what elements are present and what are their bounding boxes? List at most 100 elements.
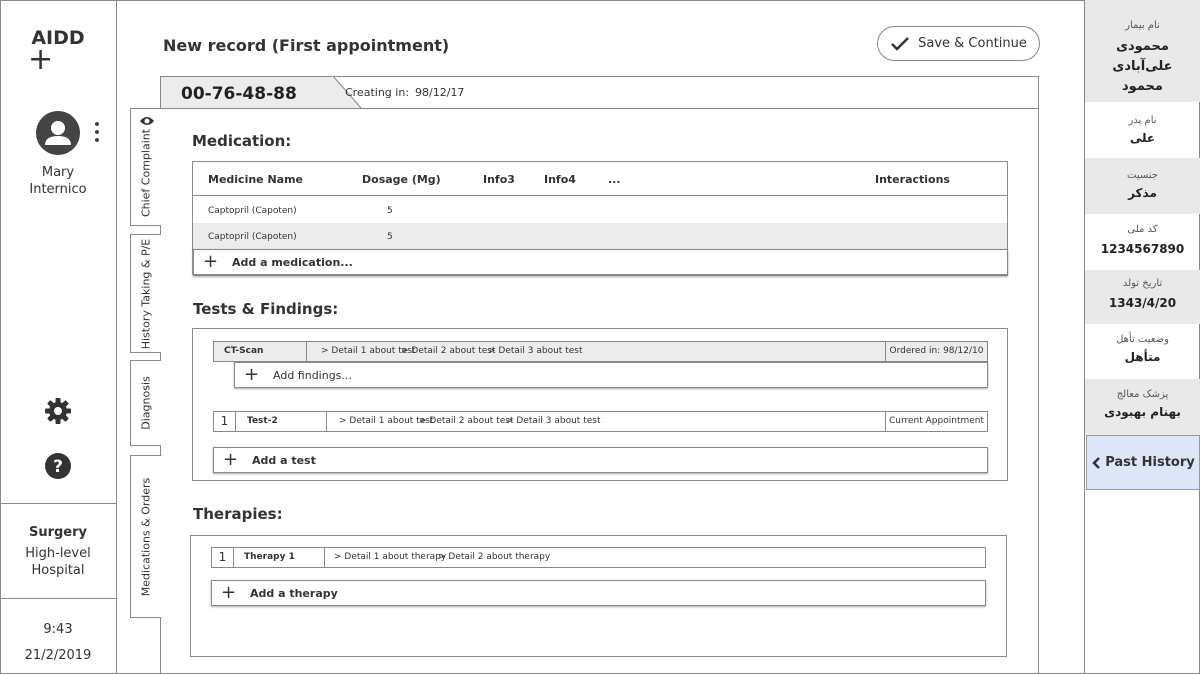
chevron-left-icon [1092,456,1101,469]
patient-sidebar: نام بیمار محمودی علی‌آبادی محمود نام پدر… [1084,0,1200,674]
user-icon [45,121,71,145]
father-label: نام پدر [1128,115,1157,126]
test-index: 1 [214,412,236,431]
tab-label: Medications & Orders [139,477,153,596]
add-therapy-label: Add a therapy [250,587,338,600]
clock-time: 9:43 [43,622,73,637]
tab-label: Diagnosis [139,376,153,430]
past-history-label: Past History [1105,455,1195,470]
test-detail: > Detail 2 about test [419,416,514,426]
user-name: Mary Internico [0,164,116,198]
test-detail: > Detail 2 about test [401,346,496,356]
page-title: New record (First appointment) [163,36,450,55]
therapy-detail: > Detail 2 about therapy [438,552,551,562]
marital-label: وضعیت تأهل [1116,334,1169,345]
plus-icon: + [221,582,237,603]
patient-name-label: نام بیمار [1125,20,1160,31]
tab-chief-complaint[interactable]: Chief Complaint [130,108,161,226]
plus-icon: + [244,364,260,385]
col-medicine-name: Medicine Name [208,173,304,186]
record-id: 00-76-48-88 [161,77,333,108]
patient-name: نام بیمار محمودی علی‌آبادی محمود [1085,0,1200,102]
test-status: Ordered in: 98/12/10 [885,342,987,361]
therapy-name: Therapy 1 [234,548,325,567]
avatar[interactable] [36,111,80,155]
help-icon[interactable]: ? [44,452,72,480]
birth-value: 1343/4/20 [1108,296,1177,310]
hospital-line1: High-level [25,546,91,561]
tab-history-taking[interactable]: History Taking & P/E [130,234,161,353]
plus-icon: + [223,449,239,470]
record-header: 00-76-48-88 Creating in: 98/12/17 [160,76,1039,109]
marital-value: متأهل [1124,350,1161,364]
save-label: Save & Continue [918,36,1027,51]
department: Surgery [28,525,88,540]
gear-icon[interactable] [44,397,72,425]
patient-doctor: پزشک معالج بهنام بهبودی [1085,379,1200,435]
birth-label: تاریخ تولد [1122,278,1163,289]
test-status: Current Appointment [885,412,987,431]
clock-date: 21/2/2019 [24,648,92,663]
tab-medications-orders[interactable]: Medications & Orders [130,455,162,618]
tab-label: History Taking & P/E [139,238,153,349]
user-name-line2: Internico [29,182,87,197]
test-item[interactable]: 1 Test-2 > Detail 1 about test > Detail … [213,411,988,432]
test-name: Test-2 [236,412,327,431]
father-value: علی [1129,131,1156,145]
add-findings-button[interactable]: + Add findings... [234,362,988,388]
patient-name-line1: محمودی علی‌آبادی [1112,39,1173,74]
col-dosage: Dosage (Mg) [362,173,441,186]
tab-diagnosis[interactable]: Diagnosis [130,360,161,446]
kebab-icon[interactable] [92,122,102,146]
patient-name-value: محمودی علی‌آبادی محمود [1085,37,1200,97]
logo-plus-icon: + [28,42,54,77]
test-item[interactable]: CT-Scan > Detail 1 about test > Detail 2… [213,341,988,362]
add-findings-label: Add findings... [273,369,352,382]
national-id-value: 1234567890 [1100,242,1185,256]
tests-title: Tests & Findings: [193,300,339,318]
col-info4: Info4 [544,173,576,186]
therapies-title: Therapies: [193,505,283,523]
plus-icon: + [203,251,219,272]
gender-value: مذکر [1128,186,1157,200]
add-medication-button[interactable]: + Add a medication... [193,249,1008,276]
app-logo[interactable]: AIDD + [28,28,88,75]
creating-info: Creating in: 98/12/17 [345,86,464,99]
test-detail: > Detail 3 about test [488,346,583,356]
svg-text:?: ? [53,457,63,477]
dosage: 5 [387,206,393,216]
tab-label: Chief Complaint [139,128,153,217]
clock: 9:43 21/2/2019 [0,598,116,674]
therapy-item[interactable]: 1 Therapy 1 > Detail 1 about therapy > D… [211,547,986,568]
add-test-label: Add a test [252,454,316,467]
user-name-line1: Mary [41,165,75,180]
patient-name-line2: محمود [1122,79,1163,94]
therapy-index: 1 [212,548,234,567]
add-therapy-button[interactable]: + Add a therapy [211,580,986,606]
patient-birth: تاریخ تولد 1343/4/20 [1085,270,1200,324]
tests-box: CT-Scan > Detail 1 about test > Detail 2… [192,328,1008,481]
save-continue-button[interactable]: Save & Continue [877,26,1040,61]
dosage: 5 [387,232,393,242]
doctor-value: بهنام بهبودی [1104,405,1181,419]
test-detail: > Detail 3 about test [506,416,601,426]
gender-label: جنسیت [1127,170,1158,181]
patient-marital: وضعیت تأهل متأهل [1085,324,1200,379]
medicine-name: Captopril (Capoten) [208,232,297,242]
table-row[interactable]: Captopril (Capoten) 5 [193,197,1007,223]
patient-national-id: کد ملی 1234567890 [1085,214,1200,270]
medication-title: Medication: [192,132,292,150]
add-test-button[interactable]: + Add a test [213,447,988,473]
col-interactions: Interactions [875,173,950,186]
location-info: Surgery High-level Hospital [0,503,116,598]
medication-table: Medicine Name Dosage (Mg) Info3 Info4 ..… [192,161,1008,276]
creating-label: Creating in: [345,86,410,99]
col-info3: Info3 [483,173,515,186]
eye-icon[interactable] [139,115,155,127]
past-history-button[interactable]: Past History [1086,435,1200,490]
therapy-detail: > Detail 1 about therapy [334,552,447,562]
national-id-label: کد ملی [1127,224,1158,235]
hospital-line2: Hospital [31,563,85,578]
patient-gender: جنسیت مذکر [1085,158,1200,214]
table-row[interactable]: Captopril (Capoten) 5 [193,223,1007,249]
